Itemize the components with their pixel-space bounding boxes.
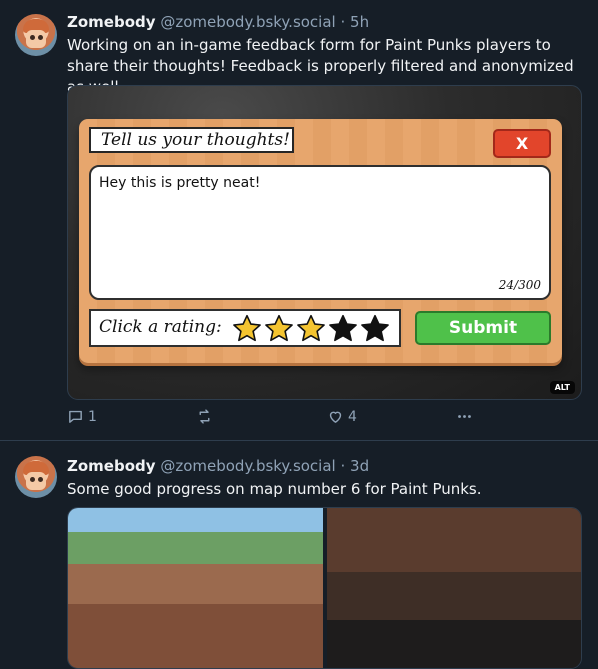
author-name[interactable]: Zomebody bbox=[67, 13, 156, 31]
author-name[interactable]: Zomebody bbox=[67, 457, 156, 475]
star-filled-icon bbox=[233, 314, 261, 342]
post-text: Some good progress on map number 6 for P… bbox=[67, 480, 482, 498]
form-title: Tell us your thoughts! bbox=[89, 127, 294, 153]
star-empty-icon bbox=[361, 314, 389, 342]
feedback-form: Tell us your thoughts! X Hey this is pre… bbox=[79, 119, 562, 363]
star-rating bbox=[231, 312, 391, 346]
avatar[interactable] bbox=[15, 456, 57, 498]
like-button[interactable]: 4 bbox=[327, 408, 357, 425]
author-handle[interactable]: @zomebody.bsky.social bbox=[160, 13, 335, 31]
post-image[interactable] bbox=[327, 508, 581, 668]
post-actions: 1 4 bbox=[67, 408, 507, 428]
rating-label: Click a rating: bbox=[99, 317, 222, 337]
reply-icon bbox=[69, 410, 82, 423]
reply-count: 1 bbox=[88, 408, 97, 425]
post-image[interactable] bbox=[68, 508, 323, 668]
avatar[interactable] bbox=[15, 14, 57, 56]
post-time[interactable]: · 3d bbox=[341, 457, 370, 475]
star-filled-icon bbox=[265, 314, 293, 342]
heart-icon bbox=[329, 411, 342, 423]
post-header: Zomebody @zomebody.bsky.social · 5h bbox=[67, 13, 369, 31]
more-options-button[interactable] bbox=[456, 408, 473, 425]
feedback-text: Hey this is pretty neat! bbox=[99, 175, 261, 191]
character-counter: 24/300 bbox=[498, 278, 541, 292]
like-count: 4 bbox=[348, 408, 357, 425]
alt-badge[interactable]: ALT bbox=[549, 381, 575, 394]
feedback-input: Hey this is pretty neat! 24/300 bbox=[89, 165, 551, 300]
reply-button[interactable]: 1 bbox=[67, 408, 97, 425]
post[interactable]: Zomebody @zomebody.bsky.social · 3d Some… bbox=[0, 441, 598, 669]
more-icon bbox=[458, 415, 471, 418]
post-image[interactable]: Tell us your thoughts! X Hey this is pre… bbox=[67, 85, 582, 400]
post-time[interactable]: · 5h bbox=[341, 13, 370, 31]
post[interactable]: Zomebody @zomebody.bsky.social · 5h Work… bbox=[0, 0, 598, 440]
post-header: Zomebody @zomebody.bsky.social · 3d bbox=[67, 457, 369, 475]
repost-button[interactable] bbox=[196, 408, 213, 425]
star-filled-icon bbox=[297, 314, 325, 342]
rating-box: Click a rating: bbox=[89, 309, 401, 347]
post-image-gallery bbox=[67, 507, 582, 669]
close-button: X bbox=[493, 129, 551, 158]
star-empty-icon bbox=[329, 314, 357, 342]
submit-button: Submit bbox=[415, 311, 551, 345]
repost-icon bbox=[199, 409, 210, 424]
author-handle[interactable]: @zomebody.bsky.social bbox=[160, 457, 335, 475]
